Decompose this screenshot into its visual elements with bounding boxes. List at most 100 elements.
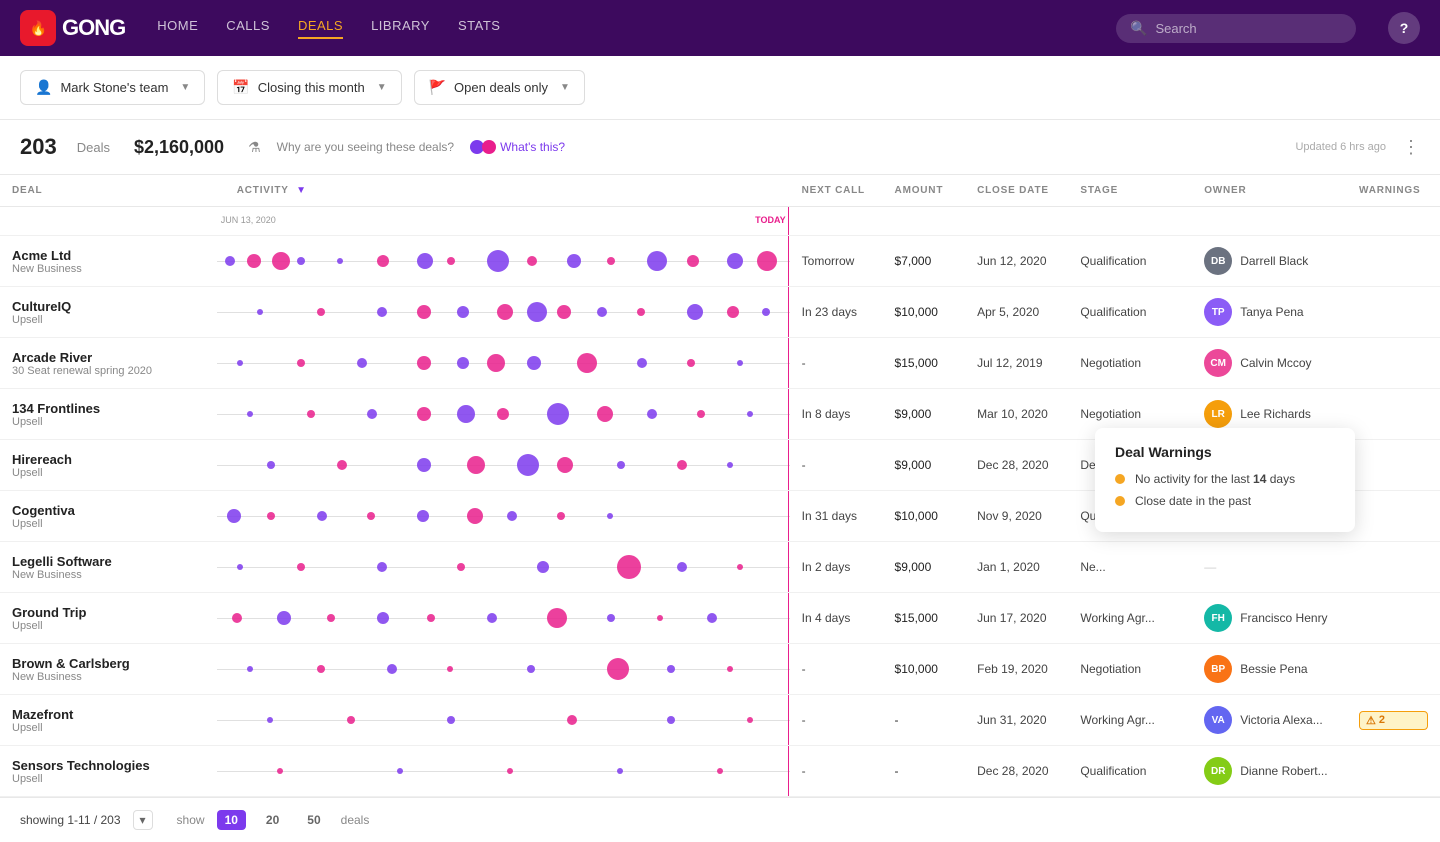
timeline-row [217,236,790,286]
activity-bubble [327,614,335,622]
navbar: 🔥 GONG HOME CALLS DEALS LIBRARY STATS 🔍 … [0,0,1440,56]
next-call: - [802,764,806,778]
deal-name: Sensors Technologies [12,758,205,773]
activity-bubble [687,304,703,320]
table-row[interactable]: CultureIQUpsellIn 23 days$10,000Apr 5, 2… [0,287,1440,338]
owner-name: Dianne Robert... [1240,764,1327,778]
activity-bubble [507,768,513,774]
activity-sort-icon[interactable]: ▼ [296,185,307,196]
activity-bubble [757,251,777,271]
filter-icon[interactable]: ⚗ [248,139,261,156]
activity-bubble [637,358,647,368]
activity-bubble [297,359,305,367]
table-row[interactable]: Acme LtdNew BusinessTomorrow$7,000Jun 12… [0,236,1440,287]
tooltip-item-1: No activity for the last 14 days [1115,472,1335,486]
nav-calls[interactable]: CALLS [226,18,270,39]
per-page-20[interactable]: 20 [258,810,287,830]
close-date-column-header: CLOSE DATE [965,175,1068,207]
page-dropdown[interactable]: ▾ [133,810,153,830]
help-button[interactable]: ? [1388,12,1420,44]
timeline-line [217,720,790,721]
today-line-row [788,746,789,796]
activity-bubble [617,768,623,774]
activity-bubble [727,306,739,318]
activity-bubble [557,512,565,520]
activity-bubble [607,658,629,680]
stage: Negotiation [1080,407,1141,421]
deal-count: 203 [20,134,57,160]
stage: Ne... [1080,560,1105,574]
avatar: LR [1204,400,1232,428]
activity-bubble [257,309,263,315]
deal-column-header: DEAL [0,175,217,207]
stage: Qualification [1080,764,1146,778]
nav-home[interactable]: HOME [157,18,198,39]
activity-bubble [427,614,435,622]
more-options-icon[interactable]: ⋮ [1402,137,1420,158]
search-box[interactable]: 🔍 [1116,14,1356,43]
today-line-row [788,236,789,286]
status-filter[interactable]: 🚩 Open deals only ▼ [414,70,585,105]
timeline-line [217,516,790,517]
period-filter[interactable]: 📅 Closing this month ▼ [217,70,401,105]
owner-cell: LR Lee Richards [1204,400,1335,428]
timeline-row [217,338,790,388]
table-row[interactable]: Legelli SoftwareNew BusinessIn 2 days$9,… [0,542,1440,593]
activity-bubble [467,456,485,474]
period-chevron-icon: ▼ [377,82,387,93]
stage: Working Agr... [1080,611,1154,625]
table-row[interactable]: Brown & CarlsbergNew Business-$10,000Feb… [0,644,1440,695]
nav-library[interactable]: LIBRARY [371,18,430,39]
today-line-row [788,593,789,643]
table-row[interactable]: Ground TripUpsellIn 4 days$15,000Jun 17,… [0,593,1440,644]
activity-bubble [567,715,577,725]
deal-name: Legelli Software [12,554,205,569]
close-date: Jun 31, 2020 [977,713,1046,727]
owner-column-header: OWNER [1192,175,1347,207]
nav-stats[interactable]: STATS [458,18,500,39]
warning-count: 2 [1379,714,1385,726]
team-filter[interactable]: 👤 Mark Stone's team ▼ [20,70,205,105]
today-line-row [788,491,789,541]
today-label: TODAY [755,215,786,225]
activity-bubble [667,716,675,724]
activity-bubble [377,255,389,267]
deals-per-page-label: deals [341,813,370,827]
activity-bubble [687,359,695,367]
activity-bubble [537,561,549,573]
amount: $10,000 [895,509,938,523]
activity-bubble [487,250,509,272]
activity-bubble [467,508,483,524]
nav-deals[interactable]: DEALS [298,18,343,39]
today-line-row [788,440,789,490]
search-input[interactable] [1155,21,1342,36]
activity-bubble [457,306,469,318]
period-filter-label: Closing this month [258,80,365,95]
activity-bubble [617,461,625,469]
owner-cell: DB Darrell Black [1204,247,1335,275]
tooltip-title: Deal Warnings [1115,444,1335,460]
amount: - [895,713,899,727]
activity-bubble [297,257,305,265]
per-page-50[interactable]: 50 [299,810,328,830]
owner-cell: FH Francisco Henry [1204,604,1335,632]
status-chevron-icon: ▼ [560,82,570,93]
owner-name: Victoria Alexa... [1240,713,1323,727]
table-row[interactable]: MazefrontUpsell--Jun 31, 2020Working Agr… [0,695,1440,746]
today-line-row [788,644,789,694]
activity-bubble [317,308,325,316]
deal-name: Cogentiva [12,503,205,518]
amount: $10,000 [895,305,938,319]
next-call-column-header: NEXT CALL [790,175,883,207]
table-row[interactable]: Arcade River30 Seat renewal spring 2020-… [0,338,1440,389]
timeline-row [217,491,790,541]
today-line-row [788,389,789,439]
team-chevron-icon: ▼ [180,82,190,93]
activity-bubble [247,411,253,417]
whats-this-btn[interactable]: What's this? [470,140,565,154]
per-page-10[interactable]: 10 [217,810,246,830]
today-line-row [788,287,789,337]
deal-name: Acme Ltd [12,248,205,263]
table-row[interactable]: Sensors TechnologiesUpsell--Dec 28, 2020… [0,746,1440,797]
why-text[interactable]: Why are you seeing these deals? [277,140,454,154]
